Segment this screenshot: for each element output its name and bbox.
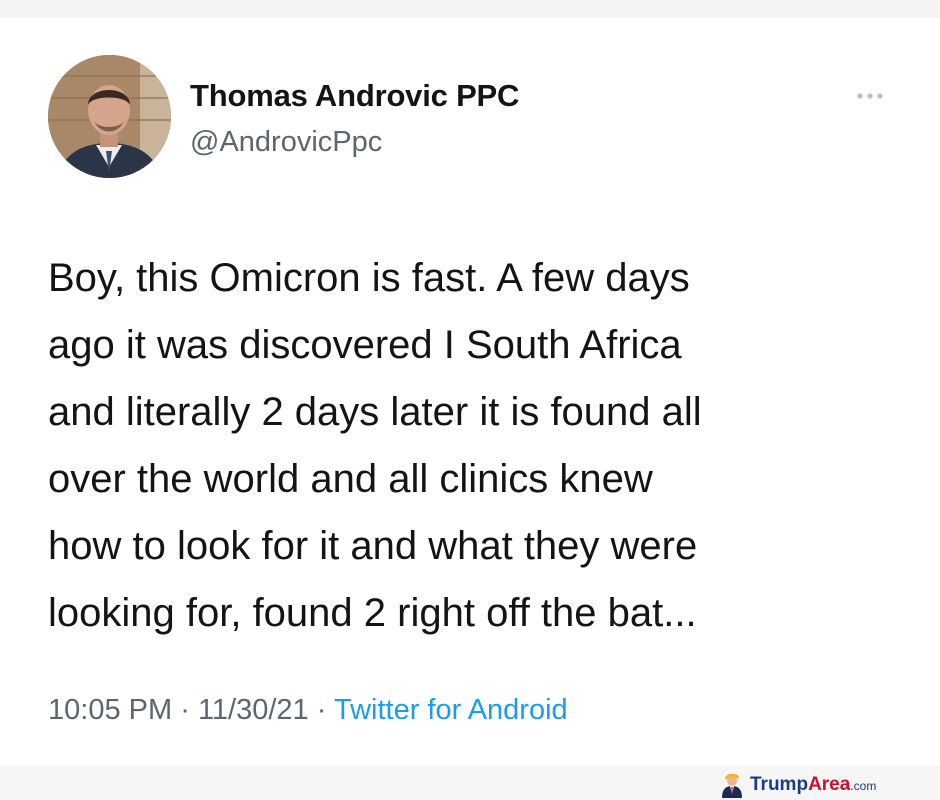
avatar-photo — [48, 55, 171, 178]
trump-figure-icon — [722, 773, 742, 798]
avatar[interactable] — [48, 55, 171, 178]
top-edge-band — [0, 0, 940, 18]
tweet-text: Boy, this Omicron is fast. A few days ag… — [48, 245, 908, 647]
watermark-brand: TrumpArea.com — [750, 774, 876, 796]
display-name[interactable]: Thomas Androvic PPC — [190, 78, 519, 114]
tweet-source-link[interactable]: Twitter for Android — [334, 694, 568, 726]
meta-separator: · — [316, 694, 327, 726]
tweet-text-line: ago it was discovered I South Africa — [48, 323, 682, 367]
ellipsis-icon[interactable] — [852, 88, 888, 104]
tweet-text-line: how to look for it and what they were — [48, 524, 698, 568]
tweet-text-line: Boy, this Omicron is fast. A few days — [48, 256, 690, 300]
tweet-metadata: 10:05 PM · 11/30/21 · Twitter for Androi… — [48, 694, 568, 727]
watermark-brand-accent: Area — [808, 774, 851, 795]
watermark-brand-tld: .com — [850, 779, 877, 793]
tweet-text-line: over the world and all clinics knew — [48, 457, 653, 501]
tweet-time[interactable]: 10:05 PM — [48, 694, 172, 726]
tweet-text-line: and literally 2 days later it is found a… — [48, 390, 702, 434]
user-handle[interactable]: @AndrovicPpc — [190, 126, 382, 159]
tweet-text-line: looking for, found 2 right off the bat..… — [48, 591, 697, 635]
tweet-date[interactable]: 11/30/21 — [198, 694, 309, 726]
watermark-brand-main: Trump — [750, 774, 809, 795]
site-watermark: TrumpArea.com — [720, 772, 876, 798]
meta-separator: · — [180, 694, 190, 726]
